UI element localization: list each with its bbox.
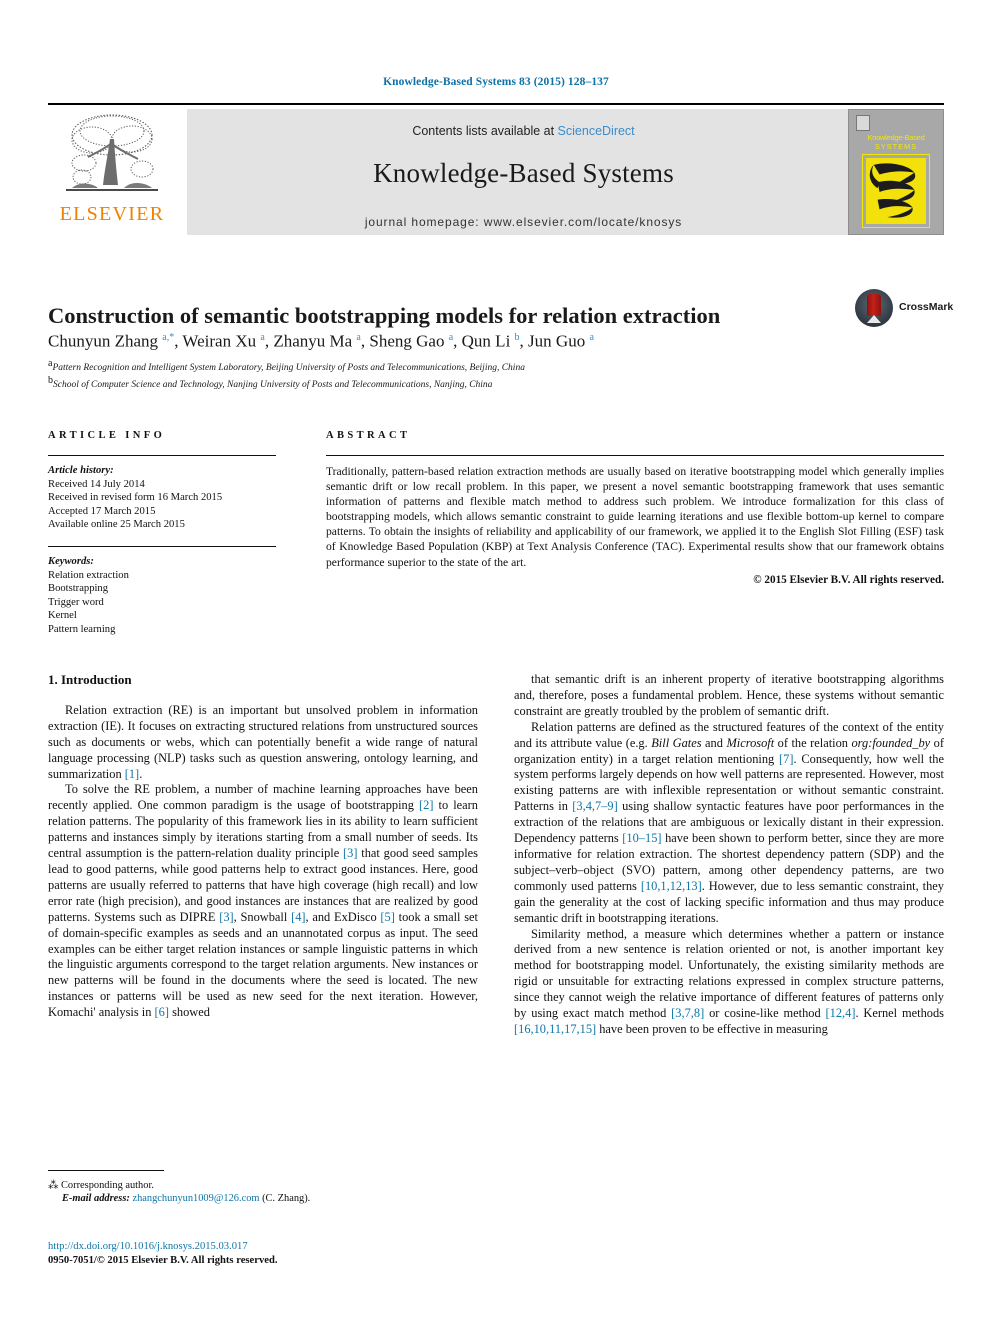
contents-available-line: Contents lists available at ScienceDirec… [187, 109, 860, 138]
journal-title: Knowledge-Based Systems [373, 158, 674, 188]
paper-page: Knowledge-Based Systems 83 (2015) 128–13… [0, 0, 992, 1323]
footnote-block: ⁂ Corresponding author. E-mail address: … [48, 1170, 478, 1206]
history-item: Accepted 17 March 2015 [48, 505, 156, 517]
history-item: Available online 25 March 2015 [48, 519, 185, 531]
cover-artwork-frame [862, 154, 930, 228]
journal-masthead: ELSEVIER Contents lists available at Sci… [48, 103, 944, 237]
email-label: E-mail address: [62, 1193, 130, 1205]
body-column-right: that semantic drift is an inherent prope… [514, 672, 944, 1038]
affiliation-b-text: School of Computer Science and Technolog… [53, 379, 493, 390]
keywords-label: Keywords: [48, 555, 94, 567]
page-title: Construction of semantic bootstrapping m… [48, 303, 721, 329]
doi-link[interactable]: http://dx.doi.org/10.1016/j.knosys.2015.… [48, 1240, 478, 1254]
asterisk-icon: ⁂ [48, 1180, 61, 1191]
paragraph: that semantic drift is an inherent prope… [514, 672, 944, 718]
cover-title: Knowledge-Based SYSTEMS [856, 133, 936, 151]
section-heading-introduction: 1. Introduction [48, 672, 132, 687]
abstract-block: ABSTRACT Traditionally, pattern-based re… [326, 430, 944, 588]
paragraph: Relation patterns are defined as the str… [514, 719, 945, 925]
article-info-block: ARTICLE INFO Article history: Received 1… [48, 430, 276, 637]
keywords-block: Keywords: Relation extraction Bootstrapp… [48, 545, 276, 637]
doi-block: http://dx.doi.org/10.1016/j.knosys.2015.… [48, 1240, 478, 1268]
cover-title-line2: SYSTEMS [874, 142, 918, 151]
email-owner: (C. Zhang). [262, 1193, 311, 1205]
corresponding-author-note: ⁂ Corresponding author. [48, 1179, 478, 1192]
elsevier-logo: ELSEVIER [48, 109, 176, 235]
abstract-heading: ABSTRACT [326, 430, 411, 441]
crossmark-icon [855, 289, 893, 327]
cover-artwork [866, 158, 926, 224]
keyword-item: Bootstrapping [48, 583, 109, 595]
article-info-heading: ARTICLE INFO [48, 430, 166, 441]
paragraph: To solve the RE problem, a number of mac… [48, 782, 479, 1020]
paragraph: Relation extraction (RE) is an important… [48, 702, 478, 781]
journal-homepage-link[interactable]: journal homepage: www.elsevier.com/locat… [187, 189, 860, 229]
sciencedirect-link[interactable]: ScienceDirect [558, 124, 635, 138]
paragraph: Similarity method, a measure which deter… [514, 926, 944, 1036]
keyword-item: Kernel [48, 610, 77, 622]
elsevier-wordmark: ELSEVIER [59, 203, 165, 225]
history-item: Received in revised form 16 March 2015 [48, 492, 223, 504]
affiliation-a-text: Pattern Recognition and Intelligent Syst… [52, 363, 525, 374]
history-item: Received 14 July 2014 [48, 478, 145, 490]
email-link[interactable]: zhangchunyun1009@126.com [132, 1193, 259, 1204]
journal-band: Contents lists available at ScienceDirec… [187, 109, 860, 235]
elsevier-tree-icon [66, 114, 158, 191]
affiliations: aPattern Recognition and Intelligent Sys… [48, 358, 848, 391]
crossmark-triangle-shape [867, 315, 881, 323]
abstract-rule: Traditionally, pattern-based relation ex… [326, 455, 944, 588]
crossmark-bookmark-shape [867, 294, 881, 316]
cover-helix-icon [869, 163, 916, 218]
keyword-item: Pattern learning [48, 623, 116, 635]
keyword-item: Relation extraction [48, 569, 129, 581]
body-column-left: 1. Introduction Relation extraction (RE)… [48, 672, 478, 1021]
crossmark-label: CrossMark [899, 301, 954, 313]
article-history-label: Article history: [48, 465, 114, 476]
cover-title-line1: Knowledge-Based [867, 133, 925, 142]
footnote-rule [48, 1170, 164, 1171]
email-note: E-mail address: zhangchunyun1009@126.com… [48, 1192, 478, 1205]
cover-elsevier-icon [856, 115, 870, 131]
abstract-text: Traditionally, pattern-based relation ex… [326, 465, 944, 569]
affiliation-b: bSchool of Computer Science and Technolo… [48, 374, 493, 390]
keyword-item: Trigger word [48, 596, 104, 608]
issn-copyright-line: 0950-7051/© 2015 Elsevier B.V. All right… [48, 1255, 278, 1266]
contents-prefix: Contents lists available at [412, 124, 558, 138]
article-history: Article history: Received 14 July 2014 R… [48, 455, 276, 532]
author-list: Chunyun Zhang a,*, Weiran Xu a, Zhanyu M… [48, 331, 594, 351]
running-head: Knowledge-Based Systems 83 (2015) 128–13… [383, 76, 609, 88]
affiliation-a: aPattern Recognition and Intelligent Sys… [48, 358, 525, 374]
abstract-copyright: © 2015 Elsevier B.V. All rights reserved… [753, 573, 944, 586]
corresponding-author-text: Corresponding author. [61, 1180, 154, 1191]
crossmark-badge[interactable]: CrossMark [855, 289, 953, 331]
journal-cover-thumbnail: Knowledge-Based SYSTEMS [848, 109, 944, 235]
